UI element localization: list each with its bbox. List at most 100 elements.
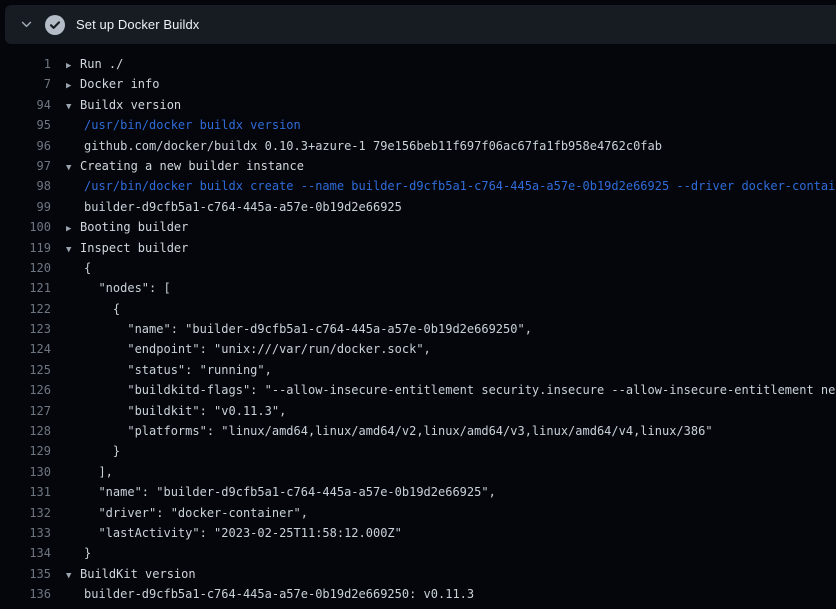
line-number[interactable]: 125 xyxy=(0,360,51,380)
line-number[interactable]: 134 xyxy=(0,543,51,563)
line-content: /usr/bin/docker buildx version xyxy=(66,115,836,135)
line-content: builder-d9cfb5a1-c764-445a-a57e-0b19d2e6… xyxy=(66,584,836,604)
line-number[interactable]: 130 xyxy=(0,462,51,482)
line-number[interactable]: 135 xyxy=(0,564,51,584)
line-number[interactable]: 94 xyxy=(0,95,51,115)
line-content: "status": "running", xyxy=(66,360,836,380)
log-line: 99 builder-d9cfb5a1-c764-445a-a57e-0b19d… xyxy=(0,197,836,217)
line-number[interactable]: 99 xyxy=(0,197,51,217)
line-content: github.com/docker/buildx 0.10.3+azure-1 … xyxy=(66,136,836,156)
group-label: Run ./ xyxy=(80,57,123,71)
line-number[interactable]: 7 xyxy=(0,74,51,94)
group-label: Docker info xyxy=(80,77,159,91)
log-line: 95 /usr/bin/docker buildx version xyxy=(0,115,836,135)
triangle-down-icon[interactable]: ▼ xyxy=(66,240,75,258)
line-number[interactable]: 131 xyxy=(0,482,51,502)
line-content: "buildkit": "v0.11.3", xyxy=(66,401,836,421)
log-line[interactable]: 100 ▶ Booting builder xyxy=(0,217,836,237)
log-line[interactable]: 7 ▶ Docker info xyxy=(0,74,836,94)
line-content: "platforms": "linux/amd64,linux/amd64/v2… xyxy=(66,421,836,441)
line-number[interactable]: 121 xyxy=(0,278,51,298)
triangle-down-icon[interactable]: ▼ xyxy=(66,97,75,115)
log-line[interactable]: 94 ▼ Buildx version xyxy=(0,95,836,115)
triangle-down-icon[interactable]: ▼ xyxy=(66,158,75,176)
line-number[interactable]: 122 xyxy=(0,299,51,319)
triangle-right-icon[interactable]: ▶ xyxy=(66,56,75,74)
line-number[interactable]: 129 xyxy=(0,441,51,461)
line-content: { xyxy=(66,258,836,278)
line-content: "name": "builder-d9cfb5a1-c764-445a-a57e… xyxy=(66,319,836,339)
line-content: ▶ Booting builder xyxy=(66,217,836,237)
group-label: Inspect builder xyxy=(80,241,188,255)
line-number[interactable]: 119 xyxy=(0,238,51,258)
group-label: Creating a new builder instance xyxy=(80,159,304,173)
line-number[interactable]: 96 xyxy=(0,136,51,156)
log-line: 121 "nodes": [ xyxy=(0,278,836,298)
line-number[interactable]: 128 xyxy=(0,421,51,441)
line-number[interactable]: 123 xyxy=(0,319,51,339)
line-content: ▼ Creating a new builder instance xyxy=(66,156,836,176)
line-content: ▼ BuildKit version xyxy=(66,564,836,584)
check-circle-icon xyxy=(45,15,65,35)
line-number[interactable]: 124 xyxy=(0,339,51,359)
group-label: Buildx version xyxy=(80,98,181,112)
log-line: 130 ], xyxy=(0,462,836,482)
group-label: Booting builder xyxy=(80,220,188,234)
line-content: "driver": "docker-container", xyxy=(66,503,836,523)
line-number[interactable]: 136 xyxy=(0,584,51,604)
log-line: 125 "status": "running", xyxy=(0,360,836,380)
line-content: "lastActivity": "2023-02-25T11:58:12.000… xyxy=(66,523,836,543)
line-content: { xyxy=(66,299,836,319)
log-line: 96 github.com/docker/buildx 0.10.3+azure… xyxy=(0,136,836,156)
log-line: 132 "driver": "docker-container", xyxy=(0,503,836,523)
line-content: } xyxy=(66,441,836,461)
log-line[interactable]: 1 ▶ Run ./ xyxy=(0,54,836,74)
log-line: 134 } xyxy=(0,543,836,563)
group-label: BuildKit version xyxy=(80,567,196,581)
line-content: } xyxy=(66,543,836,563)
log-line[interactable]: 119 ▼ Inspect builder xyxy=(0,238,836,258)
triangle-down-icon[interactable]: ▼ xyxy=(66,566,75,584)
line-content: "nodes": [ xyxy=(66,278,836,298)
triangle-right-icon[interactable]: ▶ xyxy=(66,76,75,94)
log-lines: 1 ▶ Run ./ 7 ▶ Docker info 94 ▼ Buildx vers… xyxy=(0,44,836,605)
line-content: /usr/bin/docker buildx create --name bui… xyxy=(66,176,836,196)
line-number[interactable]: 126 xyxy=(0,380,51,400)
step-header[interactable]: Set up Docker Buildx xyxy=(5,5,836,44)
line-content: "name": "builder-d9cfb5a1-c764-445a-a57e… xyxy=(66,482,836,502)
log-line: 122 { xyxy=(0,299,836,319)
line-number[interactable]: 97 xyxy=(0,156,51,176)
line-number[interactable]: 133 xyxy=(0,523,51,543)
line-number[interactable]: 127 xyxy=(0,401,51,421)
line-content: ], xyxy=(66,462,836,482)
log-line[interactable]: 135 ▼ BuildKit version xyxy=(0,564,836,584)
log-line: 129 } xyxy=(0,441,836,461)
line-content: builder-d9cfb5a1-c764-445a-a57e-0b19d2e6… xyxy=(66,197,836,217)
log-line: 131 "name": "builder-d9cfb5a1-c764-445a-… xyxy=(0,482,836,502)
log-line[interactable]: 97 ▼ Creating a new builder instance xyxy=(0,156,836,176)
line-number[interactable]: 98 xyxy=(0,176,51,196)
line-content: ▶ Run ./ xyxy=(66,54,836,74)
line-content: ▶ Docker info xyxy=(66,74,836,94)
line-content: "endpoint": "unix:///var/run/docker.sock… xyxy=(66,339,836,359)
step-title: Set up Docker Buildx xyxy=(76,17,199,32)
chevron-down-icon[interactable] xyxy=(19,17,34,32)
line-number[interactable]: 95 xyxy=(0,115,51,135)
line-content: ▼ Buildx version xyxy=(66,95,836,115)
triangle-right-icon[interactable]: ▶ xyxy=(66,219,75,237)
log-line: 128 "platforms": "linux/amd64,linux/amd6… xyxy=(0,421,836,441)
line-content: ▼ Inspect builder xyxy=(66,238,836,258)
log-line: 98 /usr/bin/docker buildx create --name … xyxy=(0,176,836,196)
line-number[interactable]: 132 xyxy=(0,503,51,523)
line-number[interactable]: 1 xyxy=(0,54,51,74)
line-number[interactable]: 120 xyxy=(0,258,51,278)
log-line: 127 "buildkit": "v0.11.3", xyxy=(0,401,836,421)
log-line: 126 "buildkitd-flags": "--allow-insecure… xyxy=(0,380,836,400)
line-content: "buildkitd-flags": "--allow-insecure-ent… xyxy=(66,380,836,400)
log-line: 123 "name": "builder-d9cfb5a1-c764-445a-… xyxy=(0,319,836,339)
log-line: 133 "lastActivity": "2023-02-25T11:58:12… xyxy=(0,523,836,543)
log-line: 136 builder-d9cfb5a1-c764-445a-a57e-0b19… xyxy=(0,584,836,604)
log-line: 124 "endpoint": "unix:///var/run/docker.… xyxy=(0,339,836,359)
log-line: 120 { xyxy=(0,258,836,278)
line-number[interactable]: 100 xyxy=(0,217,51,237)
